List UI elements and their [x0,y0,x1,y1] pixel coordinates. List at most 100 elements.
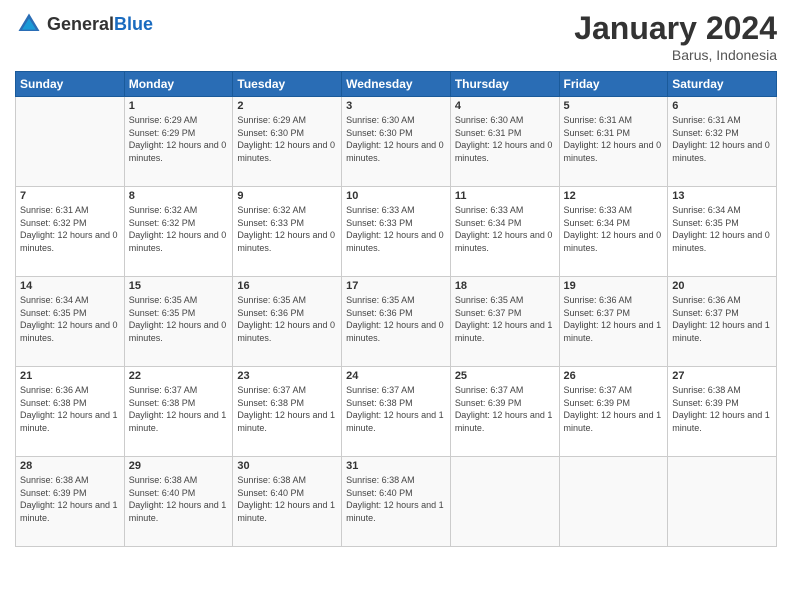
day-info: Sunrise: 6:35 AMSunset: 6:35 PMDaylight:… [129,294,229,344]
day-number: 19 [564,280,664,292]
calendar-cell: 25 Sunrise: 6:37 AMSunset: 6:39 PMDayligh… [450,367,559,457]
day-info: Sunrise: 6:36 AMSunset: 6:38 PMDaylight:… [20,384,120,434]
day-number: 30 [237,460,337,472]
logo: GeneralBlue [15,10,153,38]
calendar-cell: 8 Sunrise: 6:32 AMSunset: 6:32 PMDaylight… [124,187,233,277]
day-info: Sunrise: 6:37 AMSunset: 6:39 PMDaylight:… [564,384,664,434]
day-number: 8 [129,190,229,202]
calendar-cell: 18 Sunrise: 6:35 AMSunset: 6:37 PMDayligh… [450,277,559,367]
calendar-week-row: 28 Sunrise: 6:38 AMSunset: 6:39 PMDayligh… [16,457,777,547]
calendar-cell: 5Sunrise: 6:31 AMSunset: 6:31 PMDaylight… [559,97,668,187]
day-number: 10 [346,190,446,202]
day-info: Sunrise: 6:29 AMSunset: 6:30 PMDaylight:… [237,114,337,164]
day-info: Sunrise: 6:35 AMSunset: 6:36 PMDaylight:… [237,294,337,344]
day-number: 23 [237,370,337,382]
day-number: 13 [672,190,772,202]
day-info: Sunrise: 6:37 AMSunset: 6:39 PMDaylight:… [455,384,555,434]
calendar-cell: 21 Sunrise: 6:36 AMSunset: 6:38 PMDayligh… [16,367,125,457]
day-info: Sunrise: 6:34 AMSunset: 6:35 PMDaylight:… [20,294,120,344]
day-number: 16 [237,280,337,292]
calendar-table: SundayMondayTuesdayWednesdayThursdayFrid… [15,71,777,547]
day-number: 14 [20,280,120,292]
calendar-cell: 1Sunrise: 6:29 AMSunset: 6:29 PMDaylight… [124,97,233,187]
weekday-header-cell: Thursday [450,72,559,97]
day-number: 17 [346,280,446,292]
day-number: 28 [20,460,120,472]
page-header: GeneralBlue January 2024 Barus, Indonesi… [15,10,777,63]
day-number: 9 [237,190,337,202]
weekday-header-cell: Saturday [668,72,777,97]
day-number: 29 [129,460,229,472]
day-info: Sunrise: 6:30 AMSunset: 6:30 PMDaylight:… [346,114,446,164]
calendar-week-row: 21 Sunrise: 6:36 AMSunset: 6:38 PMDayligh… [16,367,777,457]
day-number: 2 [237,100,337,112]
day-number: 3 [346,100,446,112]
calendar-cell: 22 Sunrise: 6:37 AMSunset: 6:38 PMDayligh… [124,367,233,457]
day-number: 24 [346,370,446,382]
day-number: 15 [129,280,229,292]
month-title: January 2024 [574,10,777,47]
calendar-cell: 20Sunrise: 6:36 AMSunset: 6:37 PMDayligh… [668,277,777,367]
calendar-cell: 30 Sunrise: 6:38 AMSunset: 6:40 PMDayligh… [233,457,342,547]
calendar-cell: 11Sunrise: 6:33 AMSunset: 6:34 PMDayligh… [450,187,559,277]
logo-text: GeneralBlue [47,14,153,35]
logo-blue: Blue [114,14,153,34]
calendar-cell [16,97,125,187]
title-area: January 2024 Barus, Indonesia [574,10,777,63]
calendar-cell: 27 Sunrise: 6:38 AMSunset: 6:39 PMDayligh… [668,367,777,457]
day-info: Sunrise: 6:33 AMSunset: 6:34 PMDaylight:… [564,204,664,254]
calendar-cell: 23 Sunrise: 6:37 AMSunset: 6:38 PMDayligh… [233,367,342,457]
day-info: Sunrise: 6:33 AMSunset: 6:33 PMDaylight:… [346,204,446,254]
day-info: Sunrise: 6:38 AMSunset: 6:39 PMDaylight:… [672,384,772,434]
calendar-cell: 13 Sunrise: 6:34 AMSunset: 6:35 PMDayligh… [668,187,777,277]
calendar-cell: 19Sunrise: 6:36 AMSunset: 6:37 PMDayligh… [559,277,668,367]
day-info: Sunrise: 6:34 AMSunset: 6:35 PMDaylight:… [672,204,772,254]
day-info: Sunrise: 6:37 AMSunset: 6:38 PMDaylight:… [129,384,229,434]
day-info: Sunrise: 6:31 AMSunset: 6:32 PMDaylight:… [20,204,120,254]
day-info: Sunrise: 6:32 AMSunset: 6:33 PMDaylight:… [237,204,337,254]
day-info: Sunrise: 6:31 AMSunset: 6:32 PMDaylight:… [672,114,772,164]
calendar-week-row: 7Sunrise: 6:31 AMSunset: 6:32 PMDaylight… [16,187,777,277]
weekday-header-cell: Friday [559,72,668,97]
calendar-cell [450,457,559,547]
day-number: 21 [20,370,120,382]
calendar-cell: 12Sunrise: 6:33 AMSunset: 6:34 PMDayligh… [559,187,668,277]
calendar-body: 1Sunrise: 6:29 AMSunset: 6:29 PMDaylight… [16,97,777,547]
calendar-cell: 14 Sunrise: 6:34 AMSunset: 6:35 PMDayligh… [16,277,125,367]
calendar-cell: 17 Sunrise: 6:35 AMSunset: 6:36 PMDayligh… [342,277,451,367]
calendar-cell: 10 Sunrise: 6:33 AMSunset: 6:33 PMDayligh… [342,187,451,277]
weekday-header-cell: Sunday [16,72,125,97]
day-number: 18 [455,280,555,292]
day-info: Sunrise: 6:35 AMSunset: 6:37 PMDaylight:… [455,294,555,344]
day-info: Sunrise: 6:35 AMSunset: 6:36 PMDaylight:… [346,294,446,344]
weekday-header-cell: Monday [124,72,233,97]
calendar-cell: 28 Sunrise: 6:38 AMSunset: 6:39 PMDayligh… [16,457,125,547]
day-info: Sunrise: 6:37 AMSunset: 6:38 PMDaylight:… [237,384,337,434]
weekday-header-row: SundayMondayTuesdayWednesdayThursdayFrid… [16,72,777,97]
calendar-cell: 24Sunrise: 6:37 AMSunset: 6:38 PMDayligh… [342,367,451,457]
calendar-cell: 3 Sunrise: 6:30 AMSunset: 6:30 PMDaylight… [342,97,451,187]
day-number: 27 [672,370,772,382]
day-number: 5 [564,100,664,112]
calendar-week-row: 14 Sunrise: 6:34 AMSunset: 6:35 PMDayligh… [16,277,777,367]
day-number: 31 [346,460,446,472]
location-title: Barus, Indonesia [574,47,777,63]
day-info: Sunrise: 6:38 AMSunset: 6:40 PMDaylight:… [346,474,446,524]
day-number: 25 [455,370,555,382]
day-number: 1 [129,100,229,112]
day-info: Sunrise: 6:38 AMSunset: 6:39 PMDaylight:… [20,474,120,524]
weekday-header-cell: Wednesday [342,72,451,97]
day-info: Sunrise: 6:38 AMSunset: 6:40 PMDaylight:… [237,474,337,524]
calendar-week-row: 1Sunrise: 6:29 AMSunset: 6:29 PMDaylight… [16,97,777,187]
calendar-cell: 26Sunrise: 6:37 AMSunset: 6:39 PMDayligh… [559,367,668,457]
day-info: Sunrise: 6:32 AMSunset: 6:32 PMDaylight:… [129,204,229,254]
day-info: Sunrise: 6:30 AMSunset: 6:31 PMDaylight:… [455,114,555,164]
calendar-cell [559,457,668,547]
day-info: Sunrise: 6:38 AMSunset: 6:40 PMDaylight:… [129,474,229,524]
day-number: 6 [672,100,772,112]
day-number: 11 [455,190,555,202]
calendar-cell: 15 Sunrise: 6:35 AMSunset: 6:35 PMDayligh… [124,277,233,367]
day-number: 22 [129,370,229,382]
calendar-cell: 16 Sunrise: 6:35 AMSunset: 6:36 PMDayligh… [233,277,342,367]
day-number: 20 [672,280,772,292]
